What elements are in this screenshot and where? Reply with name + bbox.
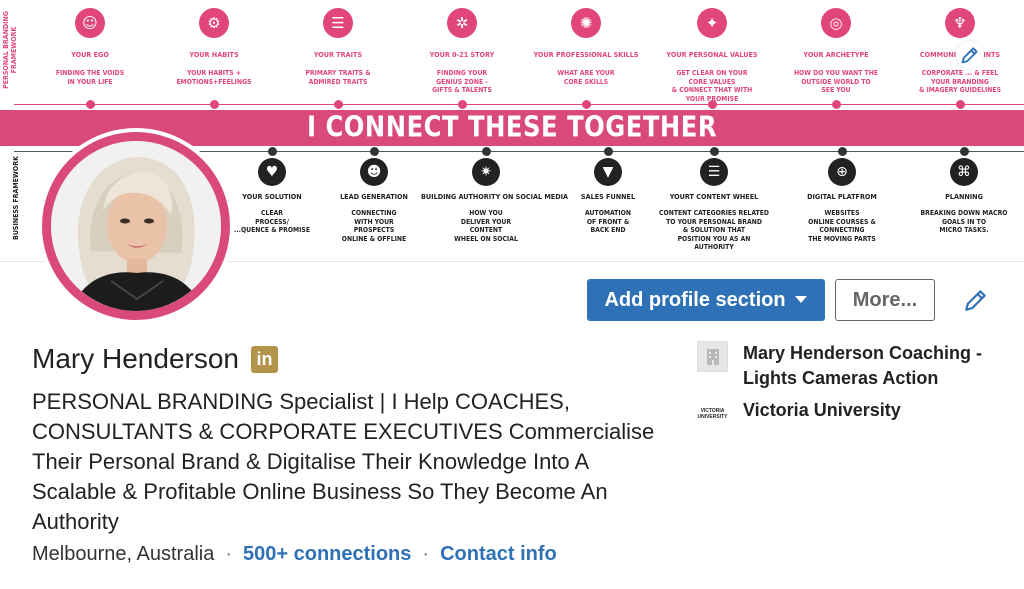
target-icon: ◎ [821, 8, 851, 38]
profile-location: Melbourne, Australia [32, 543, 215, 565]
current-company[interactable]: Mary Henderson Coaching - Lights Cameras… [697, 341, 1013, 391]
edit-intro-button[interactable] [960, 284, 992, 316]
framework-item-values: ✦ YOUR PERSONAL VALUES GET CLEAR ON YOUR… [652, 8, 772, 103]
social-network-icon: ✷ [472, 158, 500, 186]
funnel-icon: ▼ [594, 158, 622, 186]
framework-item-desc: PRIMARY TRAITS & ADMIRED TRAITS [305, 69, 371, 86]
business-item-desc: CONTENT CATEGORIES RELATED TO YOUR PERSO… [659, 209, 769, 251]
portrait-illustration [51, 141, 221, 311]
banner-pin [334, 100, 343, 109]
framework-item-ego: ☺ YOUR EGO FINDING THE VOIDS IN YOUR LIF… [30, 8, 150, 86]
globe-icon: ⊕ [828, 158, 856, 186]
handshake-icon: ♥ [258, 158, 286, 186]
premium-badge-icon: in [250, 345, 278, 373]
communication-icon: ♆ [945, 8, 975, 38]
caret-down-icon [794, 296, 807, 303]
business-item-desc: HOW YOU DELIVER YOUR CONTENT WHEEL ON SO… [454, 209, 518, 243]
banner-top-line [14, 104, 1024, 105]
profile-name: Mary Henderson [32, 343, 239, 374]
business-item-title: PLANNING [945, 192, 983, 201]
framework-item-desc: FINDING YOUR GENIUS ZONE - GIFTS & TALEN… [432, 69, 492, 94]
name-row: Mary Henderson in [32, 343, 278, 375]
edit-banner-button[interactable] [956, 41, 984, 69]
pencil-icon [961, 47, 978, 64]
connections-link[interactable]: 500+ connections [243, 543, 411, 566]
university-logo-icon: VICTORIA UNIVERSITY [697, 407, 728, 420]
banner-pin [960, 147, 969, 156]
framework-item-desc: FINDING THE VOIDS IN YOUR LIFE [55, 69, 125, 86]
flowchart-icon: ⌘ [950, 158, 978, 186]
business-item-title: BUILDING AUTHORITY ON SOCIAL MEDIA [421, 192, 568, 201]
banner-pin [838, 147, 847, 156]
contact-info-link[interactable]: Contact info [440, 543, 557, 566]
add-profile-section-label: Add profile section [604, 288, 786, 311]
banner-pin [210, 100, 219, 109]
traits-icon: ☰ [323, 8, 353, 38]
profile-headline: PERSONAL BRANDING Specialist | I Help CO… [32, 389, 655, 534]
framework-item-desc: WHAT ARE YOUR CORE SKILLS [557, 69, 615, 86]
framework-item-title: YOUR ARCHETYPE [803, 50, 869, 59]
business-item-title: LEAD GENERATION [340, 192, 408, 201]
framework-item-desc: CORPORATE ... & FEEL YOUR BRANDING & IMA… [918, 69, 1002, 94]
framework-item-story: ✲ YOUR 0-21 STORY FINDING YOUR GENIUS ZO… [402, 8, 522, 95]
add-profile-section-button[interactable]: Add profile section [587, 279, 825, 321]
business-item-desc: BREAKING DOWN MACRO GOALS IN TO MICRO TA… [920, 209, 1008, 234]
ego-icon: ☺ [75, 8, 105, 38]
habits-icon: ⚙ [199, 8, 229, 38]
banner-pin [710, 147, 719, 156]
banner-pin [458, 100, 467, 109]
framework-item-desc: HOW DO YOU WANT THE OUTSIDE WORLD TO SEE… [793, 69, 879, 94]
business-item-desc: CONNECTING WITH YOUR PROSPECTS ONLINE & … [341, 209, 407, 243]
framework-item-title: YOUR HABITS [189, 50, 239, 59]
banner-pin [604, 147, 613, 156]
banner-pin [370, 147, 379, 156]
banner-pin [268, 147, 277, 156]
framework-item-desc: GET CLEAR ON YOUR CORE VALUES & CONNECT … [671, 69, 753, 103]
banner-side-label-top: PERSONAL BRANDING FRAMEWORK [2, 11, 18, 89]
banner-side-label-bottom: BUSINESS FRAMEWORK [12, 156, 20, 240]
framework-item-title: YOUR 0-21 STORY [429, 50, 495, 59]
list-icon: ☰ [700, 158, 728, 186]
banner-pin [482, 147, 491, 156]
business-item-title: YOURT CONTENT WHEEL [669, 192, 759, 201]
profile-photo[interactable] [38, 128, 234, 324]
banner-pin [832, 100, 841, 109]
framework-item-title: YOUR PROFESSIONAL SKILLS [533, 50, 639, 59]
business-item-desc: WEBSITES ONLINE COURSES & CONNECTING THE… [808, 209, 876, 243]
banner-pin [86, 100, 95, 109]
education-school[interactable]: VICTORIA UNIVERSITY Victoria University [697, 398, 901, 429]
framework-item-title: YOUR EGO [71, 50, 109, 59]
framework-item-habits: ⚙ YOUR HABITS YOUR HABITS + EMOTIONS+FEE… [154, 8, 274, 86]
brain-icon: ✺ [571, 8, 601, 38]
company-logo-icon [697, 341, 728, 372]
framework-item-skills: ✺ YOUR PROFESSIONAL SKILLS WHAT ARE YOUR… [526, 8, 646, 86]
business-item-authority: ✷ BUILDING AUTHORITY ON SOCIAL MEDIA HOW… [421, 158, 568, 243]
business-item-digital-platform: ⊕ DIGITAL PLATFROM WEBSITES ONLINE COURS… [777, 158, 907, 243]
business-item-lead-generation: ☻ LEAD GENERATION CONNECTING WITH YOUR P… [309, 158, 439, 243]
framework-item-desc: YOUR HABITS + EMOTIONS+FEELINGS [176, 69, 252, 86]
more-button[interactable]: More... [835, 279, 935, 321]
framework-item-title: YOUR TRAITS [313, 50, 363, 59]
banner-pin [582, 100, 591, 109]
framework-item-title: YOUR PERSONAL VALUES [666, 50, 758, 59]
business-item-content-wheel: ☰ YOURT CONTENT WHEEL CONTENT CATEGORIES… [649, 158, 779, 252]
company-name: Mary Henderson Coaching - Lights Cameras… [743, 343, 983, 388]
network-icon: ✲ [447, 8, 477, 38]
business-item-planning: ⌘ PLANNING BREAKING DOWN MACRO GOALS IN … [899, 158, 1024, 235]
separator-dot: · [225, 543, 232, 565]
business-item-title: DIGITAL PLATFROM [807, 192, 877, 201]
banner-pin [956, 100, 965, 109]
values-icon: ✦ [697, 8, 727, 38]
more-label: More... [852, 288, 918, 311]
school-name: Victoria University [743, 400, 901, 420]
pencil-icon [965, 290, 986, 311]
framework-item-traits: ☰ YOUR TRAITS PRIMARY TRAITS & ADMIRED T… [278, 8, 398, 86]
avatar [42, 132, 230, 320]
framework-item-archetype: ◎ YOUR ARCHETYPE HOW DO YOU WANT THE OUT… [776, 8, 896, 95]
separator-dot: · [422, 543, 430, 565]
person-icon: ☻ [360, 158, 388, 186]
profile-meta: Melbourne, Australia · 500+ connections … [32, 543, 557, 566]
